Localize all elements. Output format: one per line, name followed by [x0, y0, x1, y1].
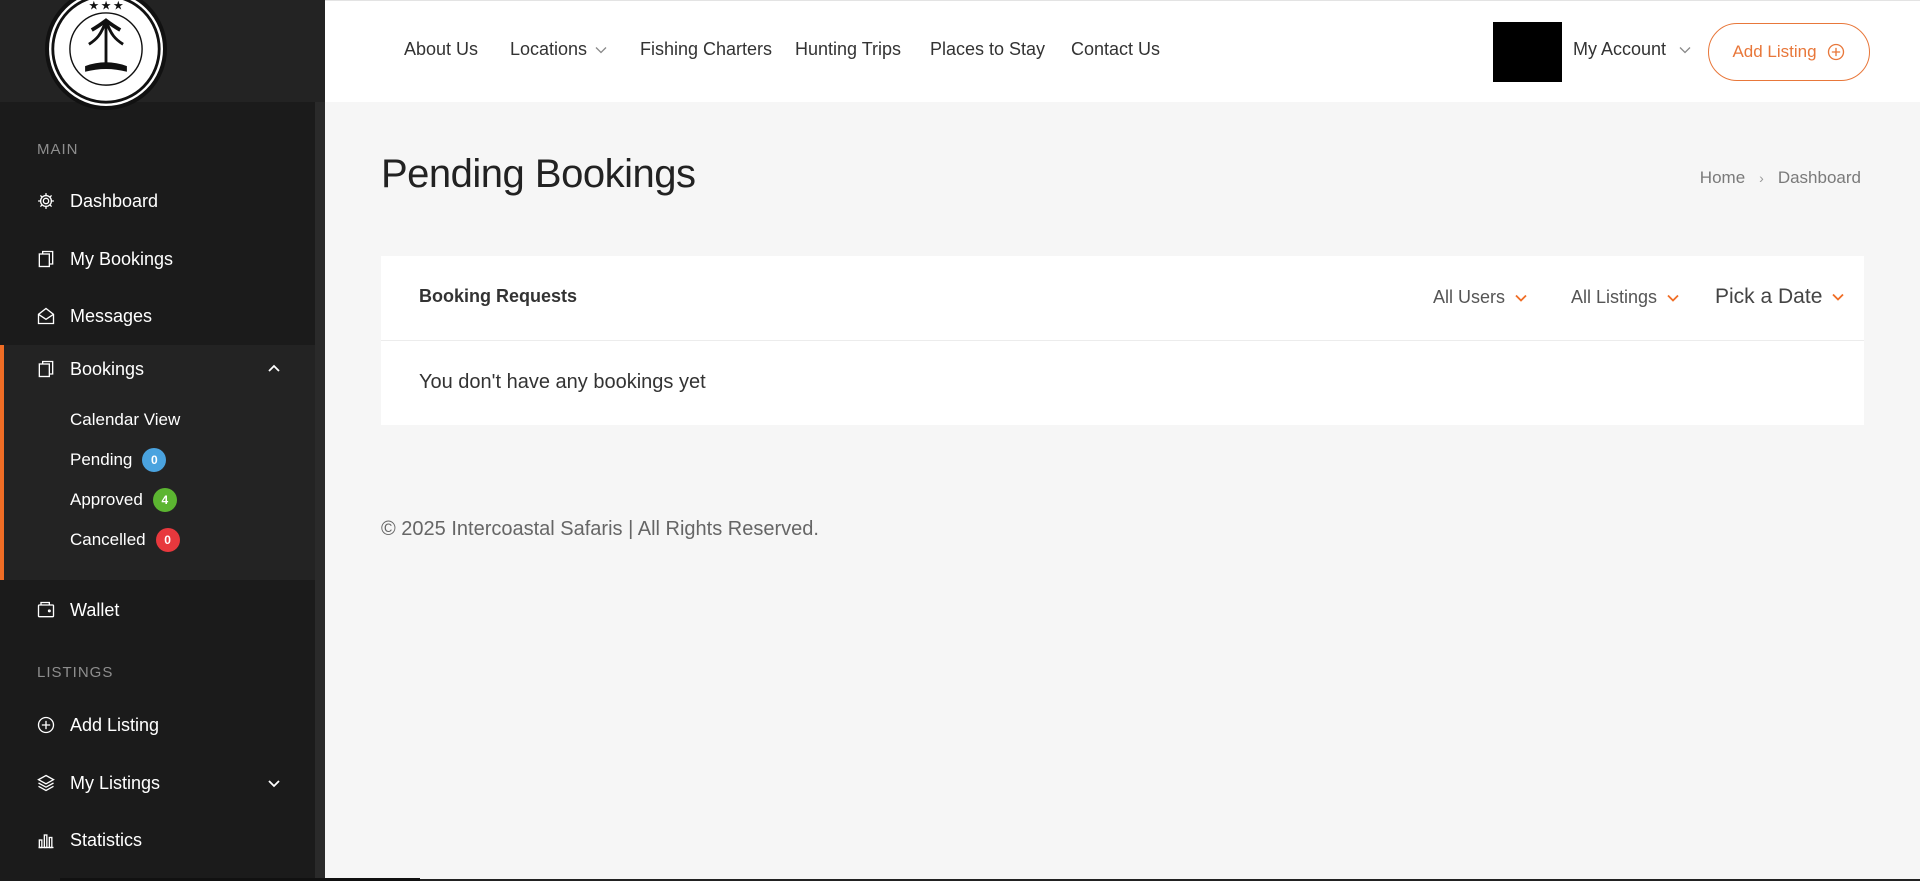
filter-users-dropdown[interactable]: All Users	[1433, 287, 1527, 308]
sidebar-scrollbar[interactable]	[315, 102, 325, 881]
footer-copyright: © 2025 Intercoastal Safaris | All Rights…	[381, 518, 819, 540]
breadcrumb-home[interactable]: Home	[1700, 168, 1745, 188]
my-account-label: My Account	[1573, 39, 1667, 59]
sidebar-item-label: Messages	[70, 305, 153, 326]
sidebar-subitem-cancelled[interactable]: Cancelled 0	[70, 528, 180, 552]
sidebar-item-label: Statistics	[70, 829, 143, 850]
breadcrumb: Home › Dashboard	[1700, 168, 1861, 188]
sidebar-item-wallet[interactable]: Wallet	[0, 586, 315, 634]
nav-fishing-charters[interactable]: Fishing Charters	[640, 39, 772, 60]
sidebar-item-label: My Bookings	[70, 248, 174, 269]
sidebar-subitem-calendar[interactable]: Calendar View	[70, 410, 180, 430]
envelope-open-icon	[36, 306, 56, 326]
sidebar-item-statistics[interactable]: Statistics	[0, 816, 315, 864]
avatar[interactable]	[1493, 22, 1562, 82]
chevron-down-icon	[595, 47, 607, 54]
sidebar-item-label: Add Listing	[70, 714, 160, 735]
sidebar-item-bookings[interactable]: Bookings	[0, 345, 315, 393]
chevron-down-icon	[1679, 47, 1691, 54]
sidebar-item-my-listings[interactable]: My Listings	[0, 759, 315, 807]
add-listing-label: Add Listing	[1732, 42, 1817, 61]
chevron-down-icon	[1832, 293, 1845, 301]
svg-text:★ ★ ★: ★ ★ ★	[88, 1, 123, 12]
bookings-group: Bookings Calendar View Pending 0 Approve…	[0, 345, 315, 580]
sidebar-item-messages[interactable]: Messages	[0, 292, 315, 340]
wallet-icon	[36, 600, 56, 620]
logo-area: ★ ★ ★	[0, 0, 325, 110]
sidebar-item-add-listing[interactable]: Add Listing	[0, 701, 315, 749]
sidebar-item-label: My Listings	[70, 772, 161, 793]
sidebar-subitem-approved[interactable]: Approved 4	[70, 488, 177, 512]
filter-date-picker[interactable]: Pick a Date	[1715, 285, 1845, 309]
my-account-menu[interactable]: My Account	[1573, 39, 1691, 60]
chevron-down-icon[interactable]	[267, 776, 281, 790]
document-copy-icon	[36, 249, 56, 269]
subitem-label: Calendar View	[70, 410, 181, 429]
sidebar: ★ ★ ★ Main Dashboard My Bookings Message…	[0, 0, 325, 881]
brand-logo[interactable]: ★ ★ ★	[45, 0, 167, 110]
pending-count-badge: 0	[142, 448, 167, 472]
document-copy-icon	[36, 359, 56, 379]
subitem-label: Cancelled	[70, 530, 146, 549]
chevron-down-icon	[1667, 294, 1679, 302]
sidebar-item-label: Bookings	[70, 358, 145, 379]
chevron-down-icon	[1515, 294, 1527, 302]
nav-places-to-stay[interactable]: Places to Stay	[930, 39, 1045, 60]
sidebar-item-my-bookings[interactable]: My Bookings	[0, 235, 315, 283]
card-title: Booking Requests	[419, 286, 578, 306]
sidebar-subitem-pending[interactable]: Pending 0	[70, 448, 167, 472]
filter-date-label: Pick a Date	[1715, 285, 1823, 308]
section-title-listings: Listings	[37, 664, 114, 681]
approved-count-badge: 4	[152, 488, 177, 512]
subitem-label: Pending	[70, 450, 133, 469]
booking-requests-card: Booking Requests All Users All Listings …	[381, 256, 1864, 425]
empty-state-message: You don't have any bookings yet	[419, 371, 706, 393]
chevron-up-icon[interactable]	[267, 362, 281, 376]
sidebar-item-dashboard[interactable]: Dashboard	[0, 177, 315, 225]
bar-chart-icon	[36, 830, 56, 850]
nav-hunting-trips[interactable]: Hunting Trips	[795, 39, 901, 60]
section-title-main: Main	[37, 141, 79, 158]
sidebar-item-label: Wallet	[70, 599, 120, 620]
sidebar-item-label: Dashboard	[70, 190, 159, 211]
filter-listings-label: All Listings	[1571, 287, 1658, 307]
plus-circle-icon	[1827, 43, 1844, 61]
filter-listings-dropdown[interactable]: All Listings	[1571, 287, 1679, 308]
card-header: Booking Requests All Users All Listings …	[381, 256, 1864, 341]
page-title: Pending Bookings	[381, 152, 696, 196]
nav-contact-us[interactable]: Contact Us	[1071, 39, 1160, 60]
nav-locations-label: Locations	[510, 39, 588, 59]
top-header: About Us Locations Fishing Charters Hunt…	[325, 0, 1920, 102]
filter-users-label: All Users	[1433, 287, 1506, 307]
nav-locations[interactable]: Locations	[510, 39, 607, 60]
nav-about-us[interactable]: About Us	[404, 39, 478, 60]
breadcrumb-current: Dashboard	[1777, 168, 1861, 187]
gear-icon	[36, 191, 56, 211]
plus-circle-icon	[36, 715, 56, 735]
subitem-label: Approved	[70, 490, 143, 509]
chevron-right-icon: ›	[1759, 170, 1764, 186]
cancelled-count-badge: 0	[155, 528, 180, 552]
layers-icon	[36, 773, 56, 793]
add-listing-button[interactable]: Add Listing	[1708, 23, 1870, 81]
